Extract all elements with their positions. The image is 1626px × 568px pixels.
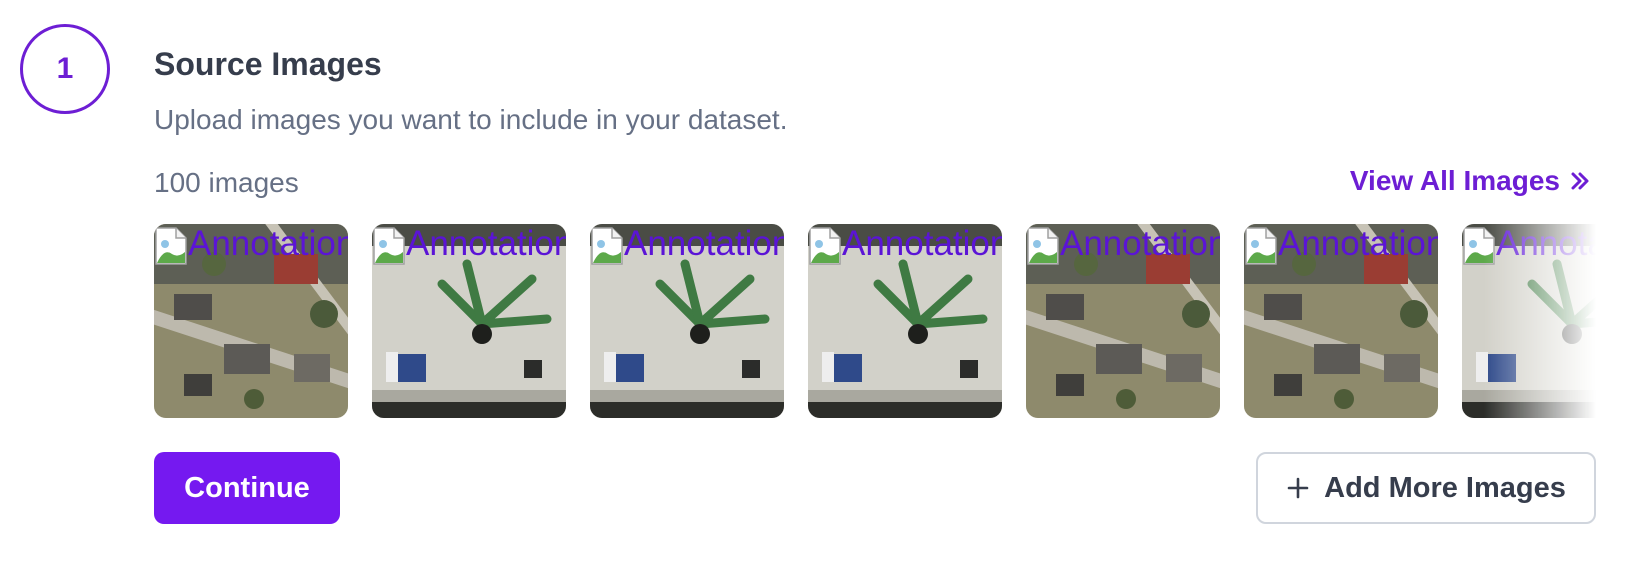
image-thumbnail[interactable]: Annotation	[1462, 224, 1596, 418]
image-thumbnail[interactable]: Annotation	[1026, 224, 1220, 418]
image-alt-text: Annotation	[406, 224, 566, 263]
broken-image-icon	[1463, 227, 1495, 265]
view-all-images-label: View All Images	[1349, 165, 1560, 196]
add-more-images-label: Add More Images	[1324, 471, 1566, 504]
broken-image-placeholder: Annotation	[1026, 224, 1220, 268]
section-subtitle: Upload images you want to include in you…	[154, 104, 788, 135]
broken-image-icon	[1027, 227, 1059, 265]
image-alt-text: Annotation	[1060, 224, 1220, 263]
image-alt-text: Annotation	[1496, 224, 1596, 263]
image-alt-text: Annotation	[1278, 224, 1438, 263]
image-alt-text: Annotation	[624, 224, 784, 263]
image-alt-text: Annotation	[842, 224, 1002, 263]
image-thumbnail[interactable]: Annotation	[154, 224, 348, 418]
continue-button[interactable]: Continue	[154, 452, 340, 524]
view-all-images-link[interactable]: View All Images	[1350, 165, 1592, 197]
broken-image-icon	[1245, 227, 1277, 265]
broken-image-icon	[155, 227, 187, 265]
broken-image-placeholder: Annotation	[372, 224, 566, 268]
thumbnail-strip[interactable]: Annotation Annotation Annotation Annotat…	[154, 224, 1596, 418]
broken-image-placeholder: Annotation	[590, 224, 784, 268]
double-chevron-right-icon	[1571, 172, 1589, 190]
image-thumbnail[interactable]: Annotation	[1244, 224, 1438, 418]
broken-image-placeholder: Annotation	[1462, 224, 1596, 268]
image-thumbnail[interactable]: Annotation	[372, 224, 566, 418]
image-thumbnail[interactable]: Annotation	[590, 224, 784, 418]
add-more-images-button[interactable]: Add More Images	[1256, 452, 1596, 524]
broken-image-placeholder: Annotation	[154, 224, 348, 268]
broken-image-icon	[809, 227, 841, 265]
broken-image-placeholder: Annotation	[808, 224, 1002, 268]
broken-image-icon	[591, 227, 623, 265]
section-title: Source Images	[154, 46, 382, 82]
image-thumbnail[interactable]: Annotation	[808, 224, 1002, 418]
plus-icon	[1287, 477, 1309, 499]
step-number: 1	[56, 52, 74, 85]
broken-image-icon	[373, 227, 405, 265]
image-count: 100 images	[154, 167, 299, 198]
step-number-badge: 1	[20, 24, 110, 114]
broken-image-placeholder: Annotation	[1244, 224, 1438, 268]
image-alt-text: Annotation	[188, 224, 348, 263]
